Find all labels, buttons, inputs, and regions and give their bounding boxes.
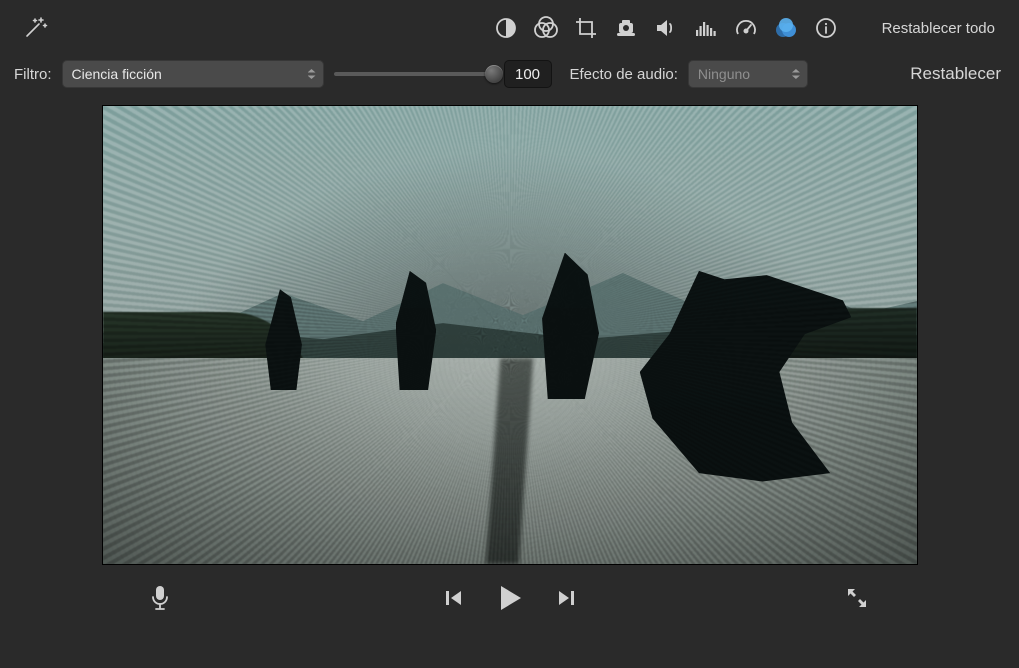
filter-label: Filtro: [14,66,52,83]
slider-knob[interactable] [485,65,503,83]
audio-effect-value: Ninguno [698,66,750,82]
magic-wand-button[interactable] [12,8,66,48]
filter-controls-bar: Filtro: Ciencia ficción 100 Efecto de au… [0,52,1019,106]
video-filter-value: Ciencia ficción [72,66,162,82]
voiceover-record-button[interactable] [150,585,170,611]
crop-icon [574,16,598,40]
viewer-container [0,106,1019,564]
play-icon [497,584,523,612]
previous-frame-button[interactable] [443,588,463,608]
reset-button[interactable]: Restablecer [908,62,1003,86]
volume-icon [654,16,678,40]
volume-button[interactable] [646,10,686,46]
stabilize-icon [614,16,638,40]
color-balance-icon [494,16,518,40]
next-frame-button[interactable] [557,588,577,608]
filter-intensity-slider[interactable] [334,63,494,85]
speed-button[interactable] [726,10,766,46]
video-filter-dropdown[interactable]: Ciencia ficción [62,60,324,88]
previous-frame-icon [443,588,463,608]
playback-controls [443,584,577,612]
crop-button[interactable] [566,10,606,46]
clip-filter-button[interactable] [766,10,806,46]
equalizer-button[interactable] [686,10,726,46]
transport-bar [0,570,1019,626]
color-balance-button[interactable] [486,10,526,46]
filter-intensity-value[interactable]: 100 [504,60,552,88]
play-button[interactable] [497,584,523,612]
equalizer-icon [694,16,718,40]
slider-fill [334,72,494,76]
audio-effect-dropdown[interactable]: Ninguno [688,60,808,88]
color-wheel-icon [533,16,559,40]
fullscreen-icon [845,586,869,610]
microphone-icon [150,585,170,611]
filters-icon [773,16,799,40]
speed-icon [734,16,758,40]
next-frame-icon [557,588,577,608]
audio-effect-label: Efecto de audio: [570,66,678,83]
info-icon [814,16,838,40]
magic-wand-icon [23,16,49,40]
fullscreen-button[interactable] [845,586,869,610]
adjustments-toolbar: Restablecer todo [0,0,1019,52]
reset-all-button[interactable]: Restablecer todo [874,16,1003,41]
video-preview[interactable] [103,106,917,564]
color-wheel-button[interactable] [526,10,566,46]
stabilize-button[interactable] [606,10,646,46]
info-button[interactable] [806,10,846,46]
